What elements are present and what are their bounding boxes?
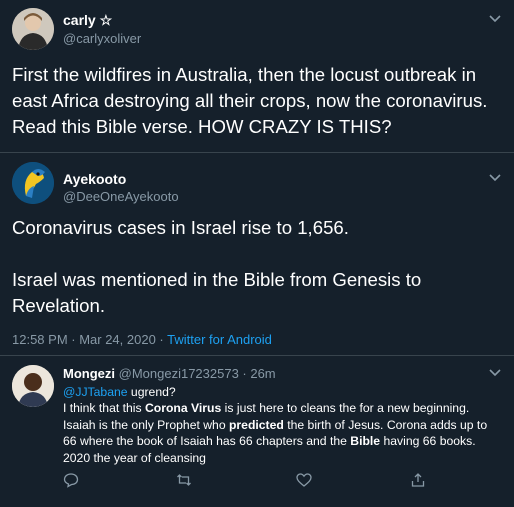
tweet-ayekooto[interactable]: Ayekooto @DeeOneAyekooto Coronavirus cas… [0, 153, 514, 358]
chevron-down-icon[interactable] [488, 173, 502, 183]
chevron-down-icon[interactable] [488, 14, 502, 24]
display-name[interactable]: Mongezi [63, 366, 115, 381]
reply-tweet[interactable]: Mongezi @Mongezi17232573 · 26m @JJTabane… [0, 356, 514, 507]
tweet-text: First the wildfires in Australia, then t… [12, 64, 488, 137]
tweet-text-line-2: Israel was mentioned in the Bible from G… [12, 269, 422, 316]
avatar[interactable] [12, 365, 54, 407]
share-icon[interactable] [410, 472, 426, 488]
comment-icon[interactable] [63, 472, 79, 488]
avatar[interactable] [12, 8, 54, 50]
heart-icon[interactable] [296, 472, 312, 488]
avatar[interactable] [12, 162, 54, 204]
user-handle[interactable]: @DeeOneAyekooto [63, 189, 179, 204]
tweet-carly[interactable]: carly ☆ @carlyxoliver First the wildfire… [0, 0, 514, 146]
chevron-down-icon[interactable] [488, 368, 502, 378]
mention-link[interactable]: @JJTabane [63, 385, 128, 399]
timestamp[interactable]: 12:58 PM · Mar 24, 2020 · [12, 332, 167, 347]
display-name[interactable]: carly ☆ [63, 12, 112, 29]
reply-header: Mongezi @Mongezi17232573 · 26m [63, 366, 276, 381]
retweet-icon[interactable] [176, 472, 192, 488]
tweet-meta: 12:58 PM · Mar 24, 2020 · Twitter for An… [12, 332, 272, 347]
user-handle[interactable]: @carlyxoliver [63, 31, 141, 46]
tweet-source-link[interactable]: Twitter for Android [167, 332, 272, 347]
user-handle-and-time[interactable]: @Mongezi17232573 · 26m [119, 366, 276, 381]
display-name[interactable]: Ayekooto [63, 171, 126, 187]
tweet-text-line-1: Coronavirus cases in Israel rise to 1,65… [12, 217, 349, 238]
reply-text: @JJTabane ugrend? I think that this Coro… [63, 385, 488, 465]
